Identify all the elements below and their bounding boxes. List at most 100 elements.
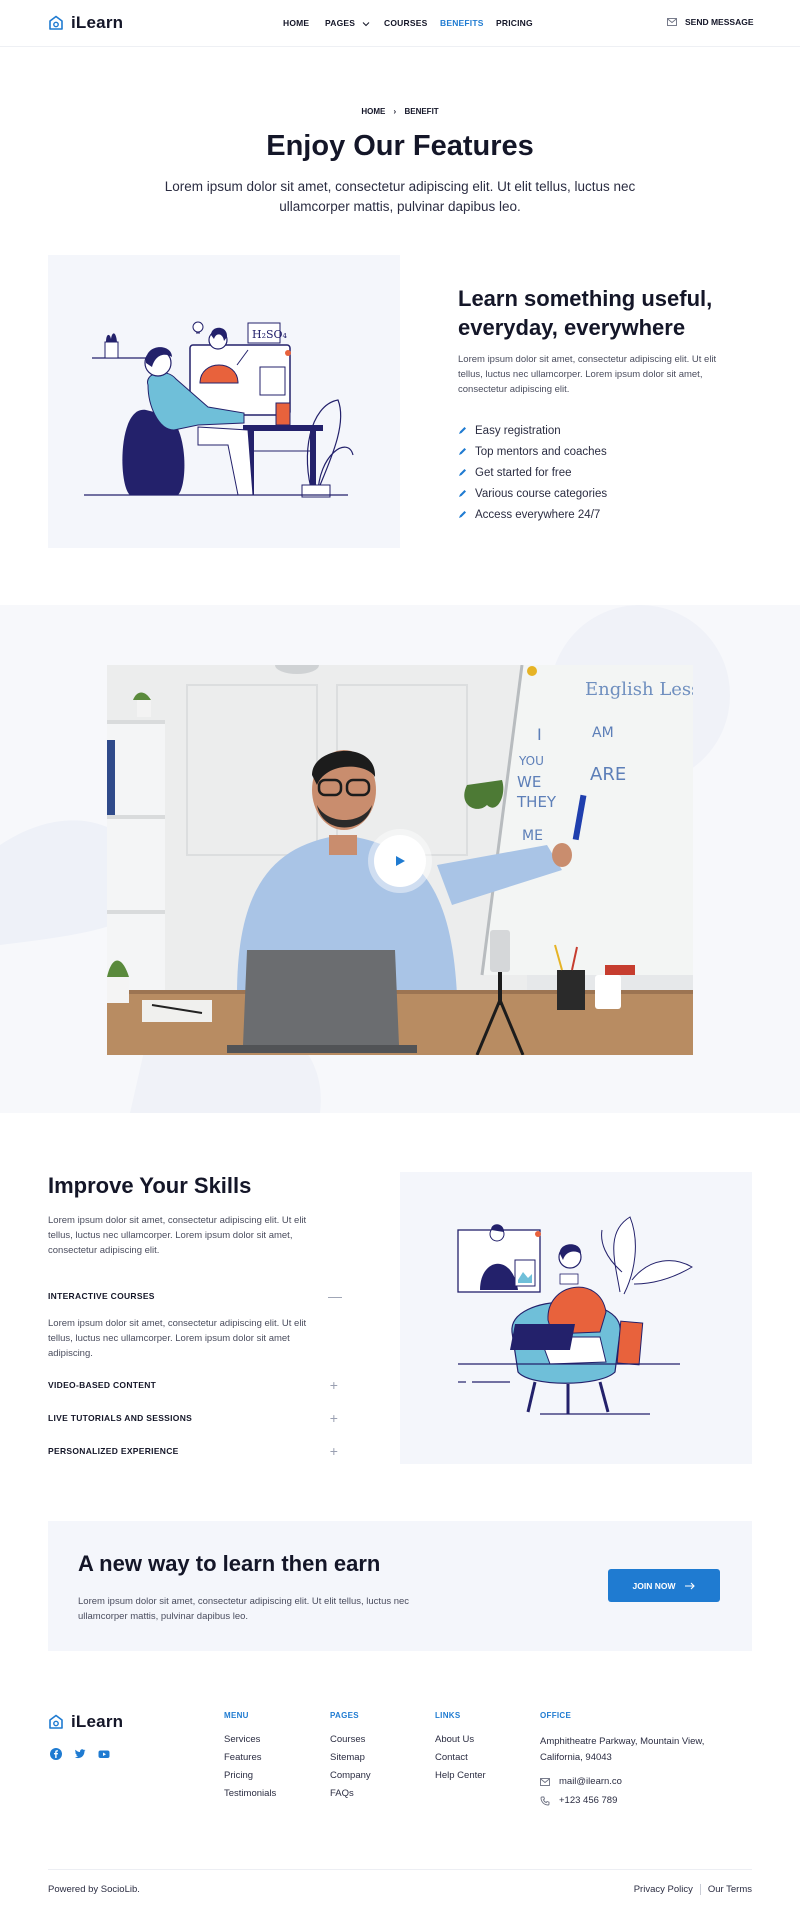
footer-divider bbox=[48, 1869, 752, 1870]
student-chair-illustration bbox=[457, 1216, 693, 1415]
footer-link-about-us[interactable]: About Us bbox=[435, 1734, 486, 1752]
skills-illustration bbox=[400, 1172, 752, 1464]
feature-item-label: Top mentors and coaches bbox=[475, 445, 607, 458]
footer-column-title: PAGES bbox=[330, 1711, 359, 1720]
cta-banner: A new way to learn then earn Lorem ipsum… bbox=[48, 1521, 752, 1651]
legal-links: Privacy Policy Our Terms bbox=[634, 1884, 752, 1895]
site-header: iLearn HOME PAGES COURSES BENEFITS PRICI… bbox=[0, 0, 800, 47]
breadcrumb-home[interactable]: HOME bbox=[361, 107, 385, 116]
accordion-title: INTERACTIVE COURSES bbox=[48, 1291, 155, 1301]
nav-pricing[interactable]: PRICING bbox=[496, 18, 533, 28]
pencil-icon bbox=[459, 511, 466, 518]
nav-pages[interactable]: PAGES bbox=[325, 18, 370, 28]
feature-item-label: Easy registration bbox=[475, 424, 561, 437]
board-text: I bbox=[537, 725, 542, 744]
powered-by[interactable]: Powered by SocioLib. bbox=[48, 1884, 140, 1895]
office-email-text: mail@ilearn.co bbox=[559, 1776, 622, 1787]
accordion-title: PERSONALIZED EXPERIENCE bbox=[48, 1446, 179, 1456]
office-email[interactable]: mail@ilearn.co bbox=[540, 1776, 730, 1787]
footer-link-contact[interactable]: Contact bbox=[435, 1752, 486, 1770]
nav-courses[interactable]: COURSES bbox=[384, 18, 427, 28]
footer-column-title: OFFICE bbox=[540, 1711, 572, 1720]
office-phone[interactable]: +123 456 789 bbox=[540, 1795, 730, 1806]
accordion-item-video-based-content[interactable]: VIDEO-BASED CONTENT + bbox=[48, 1377, 340, 1393]
accordion-header[interactable]: VIDEO-BASED CONTENT + bbox=[48, 1377, 340, 1393]
accordion-header[interactable]: INTERACTIVE COURSES — bbox=[48, 1288, 342, 1304]
send-message-label: SEND MESSAGE bbox=[685, 17, 754, 27]
pencil-icon bbox=[459, 490, 466, 497]
our-terms-link[interactable]: Our Terms bbox=[708, 1884, 752, 1895]
expand-icon[interactable]: + bbox=[328, 1410, 340, 1426]
board-text: YOU bbox=[518, 754, 544, 768]
footer-column-title: LINKS bbox=[435, 1711, 461, 1720]
youtube-icon[interactable] bbox=[98, 1748, 110, 1760]
logo-icon bbox=[49, 1714, 63, 1729]
logo-icon bbox=[49, 15, 63, 30]
feature-title: Learn something useful, everyday, everyw… bbox=[458, 286, 713, 340]
board-text: English Lesson bbox=[585, 679, 693, 700]
footer-link-courses[interactable]: Courses bbox=[330, 1734, 371, 1752]
accordion-header[interactable]: LIVE TUTORIALS AND SESSIONS + bbox=[48, 1410, 340, 1426]
list-item: Top mentors and coaches bbox=[458, 441, 607, 462]
logo-text: iLearn bbox=[71, 13, 124, 32]
cta-paragraph: Lorem ipsum dolor sit amet, consectetur … bbox=[78, 1596, 410, 1622]
footer-link-services[interactable]: Services bbox=[224, 1734, 276, 1752]
footer-link-testimonials[interactable]: Testimonials bbox=[224, 1788, 276, 1806]
office-address: Amphitheatre Parkway, Mountain View, Cal… bbox=[540, 1736, 705, 1763]
accordion-item-interactive-courses[interactable]: INTERACTIVE COURSES — Lorem ipsum dolor … bbox=[48, 1288, 342, 1361]
expand-icon[interactable]: + bbox=[328, 1443, 340, 1459]
send-message-link[interactable]: SEND MESSAGE bbox=[667, 17, 754, 27]
accordion-body: Lorem ipsum dolor sit amet, consectetur … bbox=[48, 1318, 307, 1359]
mail-icon bbox=[540, 1777, 550, 1786]
cta-title: A new way to learn then earn bbox=[78, 1551, 381, 1576]
feature-item-label: Get started for free bbox=[475, 466, 572, 479]
expand-icon[interactable]: + bbox=[328, 1377, 340, 1393]
nav-benefits[interactable]: BENEFITS bbox=[440, 18, 484, 28]
twitter-icon[interactable] bbox=[74, 1748, 86, 1760]
accordion-item-live-tutorials[interactable]: LIVE TUTORIALS AND SESSIONS + bbox=[48, 1410, 340, 1426]
footer-link-sitemap[interactable]: Sitemap bbox=[330, 1752, 371, 1770]
online-tutor-illustration: H₂SO₄ bbox=[84, 321, 354, 498]
pencil-icon bbox=[459, 448, 466, 455]
footer-office-column: OFFICE Amphitheatre Parkway, Mountain Vi… bbox=[540, 1711, 730, 1806]
footer-links-column: LINKS About Us Contact Help Center bbox=[435, 1711, 486, 1788]
accordion-title: LIVE TUTORIALS AND SESSIONS bbox=[48, 1413, 193, 1423]
feature-item-label: Various course categories bbox=[475, 487, 608, 500]
chevron-down-icon bbox=[362, 21, 370, 26]
breadcrumb: HOME › BENEFIT bbox=[0, 107, 800, 116]
feature-list: Easy registration Top mentors and coache… bbox=[458, 420, 607, 525]
footer-link-features[interactable]: Features bbox=[224, 1752, 276, 1770]
svg-text:H₂SO₄: H₂SO₄ bbox=[252, 328, 288, 341]
social-links bbox=[50, 1748, 110, 1760]
footer-pages-column: PAGES Courses Sitemap Company FAQs bbox=[330, 1711, 371, 1806]
board-text: AM bbox=[592, 725, 614, 741]
collapse-icon[interactable]: — bbox=[328, 1288, 342, 1304]
feature-item-label: Access everywhere 24/7 bbox=[475, 508, 601, 521]
footer-link-company[interactable]: Company bbox=[330, 1770, 371, 1788]
logo-text: iLearn bbox=[71, 1712, 124, 1731]
page-subtitle: Lorem ipsum dolor sit amet, consectetur … bbox=[164, 179, 636, 214]
footer-column-title: MENU bbox=[224, 1711, 249, 1720]
header-logo[interactable]: iLearn bbox=[48, 13, 123, 33]
legal-divider bbox=[699, 1884, 701, 1895]
footer-logo[interactable]: iLearn bbox=[48, 1712, 123, 1732]
accordion-item-personalized-experience[interactable]: PERSONALIZED EXPERIENCE + bbox=[48, 1443, 340, 1459]
skills-title: Improve Your Skills bbox=[48, 1173, 252, 1198]
footer-link-pricing[interactable]: Pricing bbox=[224, 1770, 276, 1788]
footer-link-faqs[interactable]: FAQs bbox=[330, 1788, 371, 1806]
play-button[interactable] bbox=[374, 835, 426, 887]
list-item: Get started for free bbox=[458, 462, 607, 483]
breadcrumb-current: BENEFIT bbox=[404, 107, 439, 116]
skills-paragraph: Lorem ipsum dolor sit amet, consectetur … bbox=[48, 1215, 307, 1256]
feature-paragraph: Lorem ipsum dolor sit amet, consectetur … bbox=[458, 354, 717, 395]
privacy-policy-link[interactable]: Privacy Policy bbox=[634, 1884, 693, 1895]
footer-link-help-center[interactable]: Help Center bbox=[435, 1770, 486, 1788]
accordion-header[interactable]: PERSONALIZED EXPERIENCE + bbox=[48, 1443, 340, 1459]
board-text: THEY bbox=[516, 793, 557, 811]
pencil-icon bbox=[459, 469, 466, 476]
join-now-button[interactable]: JOIN NOW bbox=[608, 1569, 720, 1602]
board-text: ME bbox=[522, 828, 543, 844]
list-item: Easy registration bbox=[458, 420, 607, 441]
nav-home[interactable]: HOME bbox=[283, 18, 309, 28]
facebook-icon[interactable] bbox=[50, 1748, 62, 1760]
